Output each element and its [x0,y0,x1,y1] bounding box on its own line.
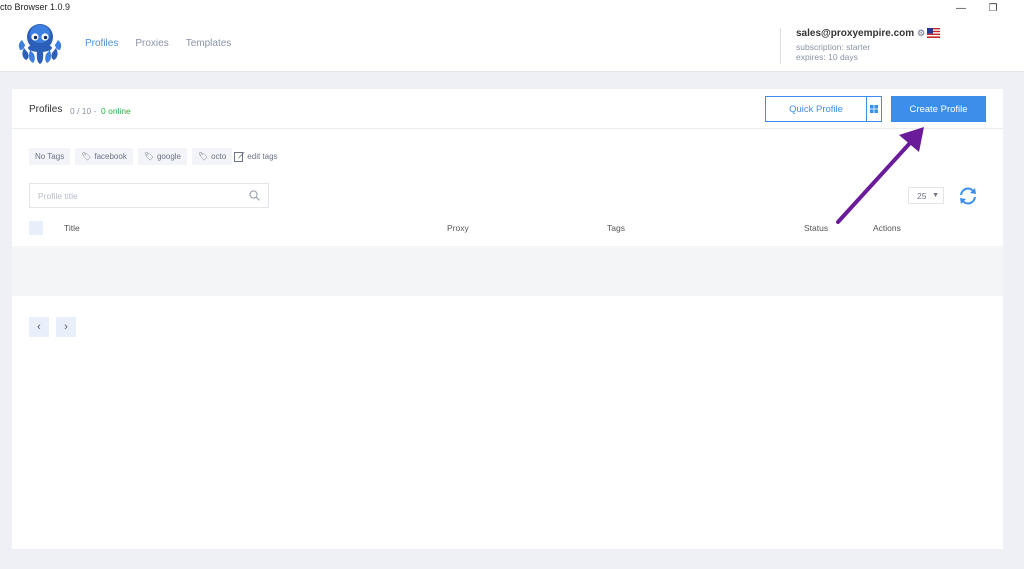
tag-no-tags[interactable]: No Tags [29,148,71,165]
column-status[interactable]: Status [804,223,828,233]
column-title[interactable]: Title [64,223,80,233]
account-email: sales@proxyempire.com [796,28,915,39]
tag-octo[interactable]: 🏷 octo [192,148,233,165]
tag-label: facebook [94,152,127,161]
online-count: 0 online [101,106,131,116]
tag-label: google [156,152,182,161]
tag-facebook[interactable]: 🏷 facebook [75,148,133,165]
tag-google[interactable]: 🏷 google [137,148,188,165]
edit-icon [234,152,245,162]
column-tags[interactable]: Tags [607,223,625,233]
tag-icon: 🏷 [198,152,209,161]
nav-templates[interactable]: Templates [186,38,232,49]
edit-tags-button[interactable]: edit tags [234,148,278,165]
header-divider [780,28,781,64]
account-info: sales@proxyempire.com ⚙ subscription: st… [796,28,925,62]
quick-profile-os-button[interactable] [867,96,882,122]
edit-tags-label: edit tags [247,152,278,161]
tag-filter-bar: No Tags 🏷 facebook 🏷 google 🏷 octo edit … [29,148,278,165]
tag-label: octo [211,152,227,161]
profiles-panel: Profiles 0 / 10 - 0 online Quick Profile… [12,89,1003,549]
search-input[interactable] [38,190,249,201]
octopus-logo-icon [18,24,62,64]
per-page-select[interactable]: 25 ▼ [908,187,944,204]
refresh-icon[interactable] [957,185,979,207]
restore-button[interactable]: ❐ [978,0,1008,16]
gear-icon[interactable]: ⚙ [917,28,925,39]
window-title: cto Browser 1.0.9 [0,2,71,12]
expires-text: expires: 10 days [796,52,858,62]
column-actions: Actions [873,223,901,233]
search-icon[interactable] [249,190,260,201]
chevron-right-icon[interactable]: › [56,317,76,337]
main-nav: Profiles Proxies Templates [85,38,231,49]
windows-icon [870,105,878,113]
pagination: ‹ › [29,317,76,337]
app-header: Profiles Proxies Templates sales@proxyem… [0,16,1024,72]
account-email-row: sales@proxyempire.com ⚙ [796,28,925,39]
table-header: Title Proxy Tags Status Actions [29,219,1003,236]
column-proxy[interactable]: Proxy [447,223,469,233]
create-profile-button[interactable]: Create Profile [891,96,986,122]
panel-title: Profiles [29,104,63,115]
minimize-button[interactable]: — [946,0,976,16]
chevron-down-icon: ▼ [932,192,939,199]
table-empty-row [12,246,1003,296]
select-all-checkbox[interactable] [29,221,43,235]
nav-profiles[interactable]: Profiles [85,38,118,49]
quick-profile-button[interactable]: Quick Profile [765,96,867,122]
panel-header: Profiles 0 / 10 - 0 online Quick Profile… [12,89,1003,129]
subscription-text: subscription: starter [796,42,871,52]
profile-count: 0 / 10 - [70,106,97,116]
profile-search [29,183,269,208]
nav-proxies[interactable]: Proxies [135,38,168,49]
per-page-value: 25 [917,190,927,201]
tag-icon: 🏷 [143,152,154,161]
title-bar: cto Browser 1.0.9 — ❐ [0,0,1024,16]
us-flag-icon[interactable] [927,28,940,38]
tag-icon: 🏷 [81,152,92,161]
tag-label: No Tags [35,152,65,161]
chevron-left-icon[interactable]: ‹ [29,317,49,337]
